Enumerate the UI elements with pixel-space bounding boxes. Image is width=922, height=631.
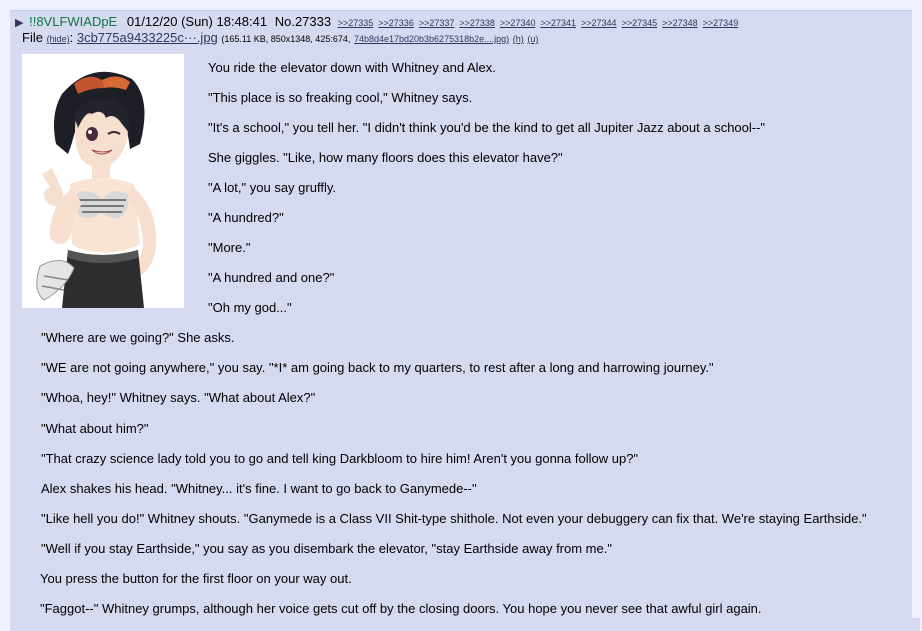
post-menu-arrow-icon[interactable]: ▶: [15, 17, 23, 29]
message-line: You ride the elevator down with Whitney …: [208, 60, 496, 75]
reply-link[interactable]: >>27335: [338, 18, 374, 28]
file-colon: :: [69, 30, 74, 45]
post-image-thumbnail[interactable]: [22, 54, 184, 308]
file-meta: (165.11 KB, 850x1348, 425:674,: [221, 34, 351, 44]
message-line: "This place is so freaking cool," Whitne…: [208, 90, 473, 105]
message-line: "A lot," you say gruffly.: [208, 180, 336, 195]
message-line: "Oh my god...": [208, 300, 292, 315]
post-reply: ▶ !!8VLFWIADpE 01/12/20 (Sun) 18:48:41 N…: [10, 10, 920, 631]
file-name-link[interactable]: 3cb775a9433225c···.jpg: [77, 30, 218, 45]
file-u-link[interactable]: (u): [527, 34, 538, 44]
anime-girl-illustration: [22, 54, 184, 308]
post-number[interactable]: No.27333: [275, 14, 331, 29]
reply-links: >>27335 >>27336 >>27337 >>27338 >>27340 >>273…: [338, 14, 743, 29]
message-line: "Faggot--" Whitney grumps, although her …: [40, 601, 762, 616]
reply-link[interactable]: >>27348: [662, 18, 698, 28]
message-line: "It's a school," you tell her. "I didn't…: [208, 120, 766, 135]
message-line: "That crazy science lady told you to go …: [41, 451, 639, 466]
file-hash-link[interactable]: 74b8d4e17bd20b3b6275318b2e....jpg): [354, 34, 509, 44]
message-line: "What about him?": [41, 421, 149, 436]
message-line: "Where are we going?" She asks.: [41, 330, 235, 345]
message-line: She giggles. "Like, how many floors does…: [208, 150, 563, 165]
reply-link[interactable]: >>27344: [581, 18, 617, 28]
message-line: Alex shakes his head. "Whitney... it's f…: [41, 481, 477, 496]
reply-link[interactable]: >>27345: [622, 18, 658, 28]
reply-link[interactable]: >>27336: [378, 18, 414, 28]
message-line: "A hundred?": [208, 210, 284, 225]
message-line: "Like hell you do!" Whitney shouts. "Gan…: [41, 511, 867, 526]
poster-tripcode: !!8VLFWIADpE: [29, 14, 118, 29]
file-info: File (hide): 3cb775a9433225c···.jpg (165…: [22, 30, 538, 46]
message-line: You press the button for the first floor…: [40, 571, 352, 586]
file-label: File: [22, 30, 43, 45]
reply-link[interactable]: >>27340: [500, 18, 536, 28]
reply-link[interactable]: >>27337: [419, 18, 455, 28]
message-line: "Whoa, hey!" Whitney says. "What about A…: [41, 390, 316, 405]
message-line: "A hundred and one?": [208, 270, 335, 285]
reply-link[interactable]: >>27341: [540, 18, 576, 28]
message-line: "WE are not going anywhere," you say. "*…: [41, 360, 714, 375]
page-margin: [912, 0, 922, 618]
reply-link[interactable]: >>27338: [459, 18, 495, 28]
post-header: ▶ !!8VLFWIADpE 01/12/20 (Sun) 18:48:41 N…: [15, 14, 743, 30]
file-h-link[interactable]: (h): [513, 34, 524, 44]
hide-file-link[interactable]: (hide): [47, 34, 70, 44]
reply-link[interactable]: >>27349: [703, 18, 739, 28]
message-line: "More.": [208, 240, 251, 255]
message-line: "Well if you stay Earthside," you say as…: [41, 541, 612, 556]
post-datetime: 01/12/20 (Sun) 18:48:41: [126, 14, 268, 29]
